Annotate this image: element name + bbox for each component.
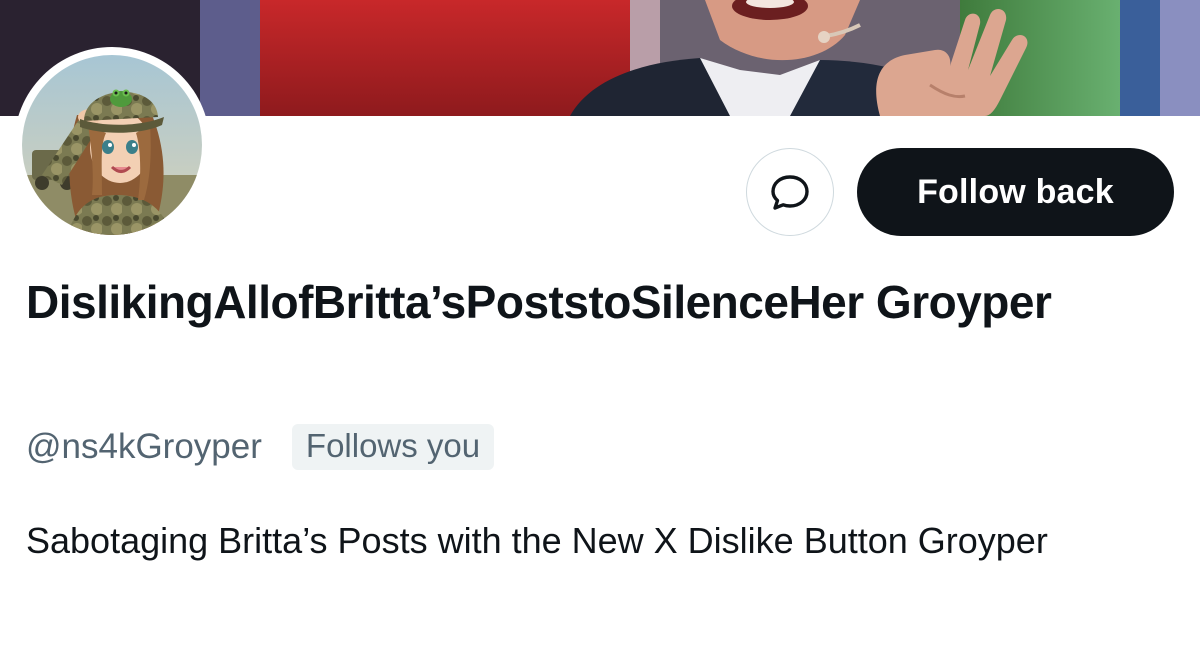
profile-bio: Sabotaging Britta’s Posts with the New X… [26, 520, 1048, 561]
profile-page: Follow back DislikingAllofBritta’sPostst… [0, 0, 1200, 654]
follows-you-badge: Follows you [291, 424, 495, 470]
display-name: DislikingAllofBritta’sPoststoSilenceHer … [26, 276, 1052, 328]
message-bubble-icon [771, 175, 809, 210]
follow-back-button[interactable]: Follow back [857, 148, 1174, 236]
user-handle: @ns4kGroyper [26, 427, 262, 466]
handle-row: @ns4kGroyper Follows you [26, 422, 495, 472]
profile-avatar[interactable] [14, 47, 210, 243]
message-button[interactable] [746, 148, 834, 236]
